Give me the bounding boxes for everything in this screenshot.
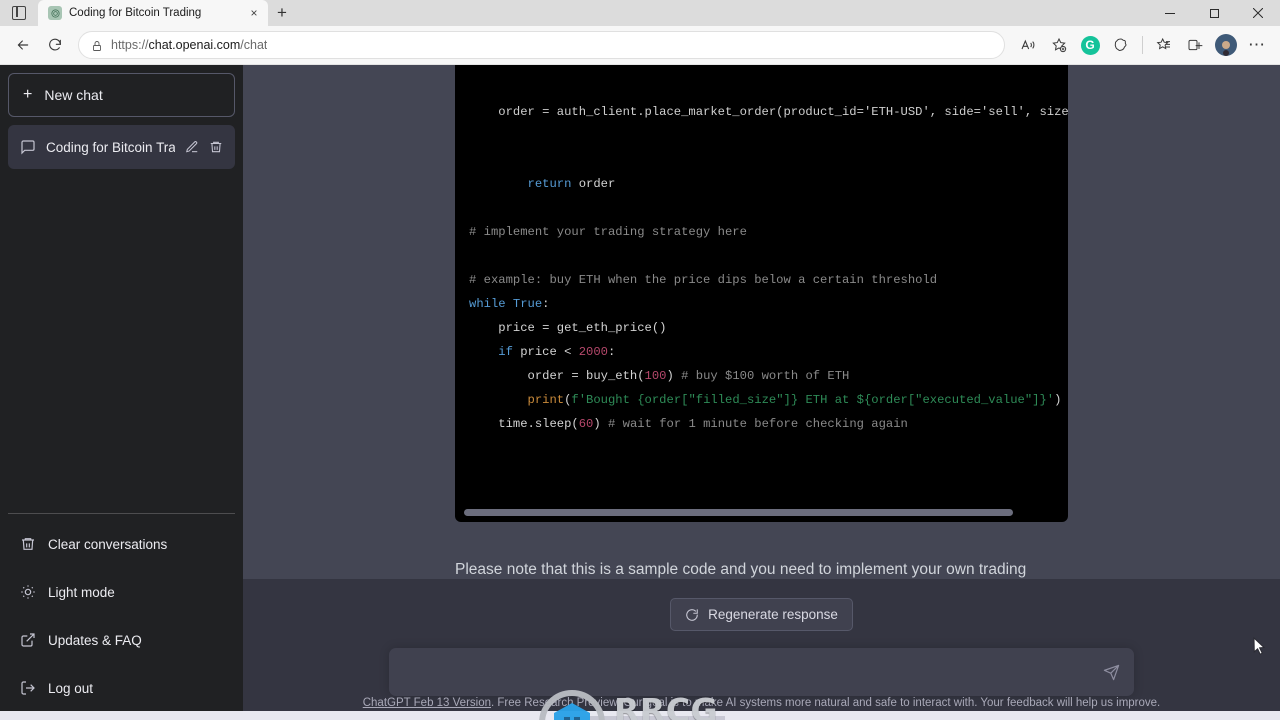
window-minimize-button[interactable]	[1148, 0, 1192, 26]
plus-icon: +	[23, 86, 33, 103]
input-wrapper	[243, 631, 1280, 696]
browser-toolbar: https://chat.openai.com/chat G ⋯	[0, 26, 1280, 65]
regenerate-wrapper: Regenerate response	[243, 579, 1280, 631]
taskbar-strip	[0, 711, 1280, 720]
sidebar-item-label: Log out	[48, 680, 94, 696]
profile-avatar[interactable]	[1215, 34, 1237, 56]
trash-icon[interactable]	[209, 140, 223, 154]
chat-bubble-icon	[20, 139, 36, 155]
sidebar-item-label: Updates & FAQ	[48, 632, 142, 648]
code-horizontal-scrollbar[interactable]	[464, 509, 1013, 516]
sidebar-item-label: Clear conversations	[48, 536, 168, 552]
read-aloud-icon[interactable]	[1013, 30, 1043, 60]
regenerate-response-button[interactable]: Regenerate response	[670, 598, 853, 631]
collections-icon[interactable]	[1149, 30, 1179, 60]
assistant-message: order = auth_client.place_market_order(p…	[455, 65, 1068, 579]
pencil-icon[interactable]	[185, 140, 199, 154]
sidebar-item-label: Light mode	[48, 584, 115, 600]
code-line: if price < 2000:	[498, 345, 616, 359]
code-block[interactable]: order = auth_client.place_market_order(p…	[455, 65, 1068, 522]
footer-note-text: . Free Research Preview. Our goal is to …	[491, 697, 1161, 709]
code-line: time.sleep(60) # wait for 1 minute befor…	[469, 417, 908, 431]
openai-logo-icon	[48, 6, 62, 20]
add-favorite-icon[interactable]	[1044, 30, 1074, 60]
settings-more-icon[interactable]: ⋯	[1242, 30, 1272, 60]
sidebar-footer: Clear conversations Light mode Updates &…	[8, 513, 235, 712]
code-line: price = get_eth_price()	[469, 321, 667, 335]
sidebar-item-light-mode[interactable]: Light mode	[8, 568, 235, 616]
code-line: print(f'Bought {order["filled_size"]} ET…	[527, 393, 1062, 407]
refresh-button[interactable]	[40, 30, 70, 60]
toolbar-icon-group: G ⋯	[1013, 30, 1272, 60]
avatar-head	[1222, 41, 1230, 49]
window-maximize-button[interactable]	[1192, 0, 1236, 26]
toolbar-divider	[1142, 36, 1143, 54]
grammarly-icon[interactable]: G	[1075, 30, 1105, 60]
mouse-cursor	[1253, 637, 1265, 655]
code-lines-container: return order # implement your trading st…	[469, 172, 1062, 436]
tab-actions-button[interactable]	[0, 0, 38, 26]
sidebar: + New chat Coding for Bitcoin Tradi Clea…	[0, 65, 243, 720]
split-screen-icon[interactable]	[1106, 30, 1136, 60]
window-close-button[interactable]	[1236, 0, 1280, 26]
browser-titlebar: Coding for Bitcoin Trading × +	[0, 0, 1280, 26]
conversation-title: Coding for Bitcoin Tradi	[46, 139, 175, 155]
code-line-clipped: order = auth_client.place_market_order(p…	[469, 105, 1068, 119]
tab-title: Coding for Bitcoin Trading	[69, 7, 202, 19]
composer-area: Regenerate response ChatGPT Feb 13 Versi…	[243, 579, 1280, 720]
refresh-icon	[685, 608, 699, 622]
message-input-box[interactable]	[389, 648, 1134, 696]
external-link-icon	[20, 632, 36, 648]
url-text: https://chat.openai.com/chat	[111, 38, 268, 52]
sidebar-item-clear-conversations[interactable]: Clear conversations	[8, 520, 235, 568]
code-line: while True:	[469, 297, 550, 311]
tab-list-icon	[12, 6, 26, 20]
send-paper-plane-icon[interactable]	[1103, 664, 1120, 681]
code-line: # implement your trading strategy here	[469, 225, 747, 239]
chatgpt-app: + New chat Coding for Bitcoin Tradi Clea…	[0, 65, 1280, 720]
trash-icon	[20, 536, 36, 552]
message-thread: order = auth_client.place_market_order(p…	[243, 65, 1280, 579]
browser-essentials-icon[interactable]	[1180, 30, 1210, 60]
sidebar-conversation-item[interactable]: Coding for Bitcoin Tradi	[8, 125, 235, 169]
back-button[interactable]	[8, 30, 38, 60]
browser-tab[interactable]: Coding for Bitcoin Trading ×	[38, 0, 268, 26]
code-line: order = buy_eth(100) # buy $100 worth of…	[469, 369, 850, 383]
footer-note: ChatGPT Feb 13 Version. Free Research Pr…	[243, 697, 1280, 709]
sidebar-item-log-out[interactable]: Log out	[8, 664, 235, 712]
grammarly-letter: G	[1080, 35, 1100, 55]
sun-icon	[20, 584, 36, 600]
regenerate-response-label: Regenerate response	[708, 607, 838, 622]
main-content: order = auth_client.place_market_order(p…	[243, 65, 1280, 720]
new-chat-button[interactable]: + New chat	[8, 73, 235, 117]
lock-icon	[91, 39, 103, 51]
new-tab-button[interactable]: +	[268, 0, 296, 26]
message-input[interactable]	[403, 664, 1103, 680]
new-chat-label: New chat	[44, 87, 103, 103]
address-bar[interactable]: https://chat.openai.com/chat	[78, 31, 1005, 59]
sidebar-item-updates-faq[interactable]: Updates & FAQ	[8, 616, 235, 664]
assistant-paragraph: Please note that this is a sample code a…	[455, 561, 1027, 578]
taskbar-indicator	[555, 716, 725, 720]
code-line: # example: buy ETH when the price dips b…	[469, 273, 938, 287]
code-line: return order	[527, 177, 616, 191]
window-controls	[1148, 0, 1280, 26]
logout-icon	[20, 680, 36, 696]
tab-close-icon[interactable]: ×	[246, 5, 262, 21]
version-link[interactable]: ChatGPT Feb 13 Version	[363, 697, 491, 709]
